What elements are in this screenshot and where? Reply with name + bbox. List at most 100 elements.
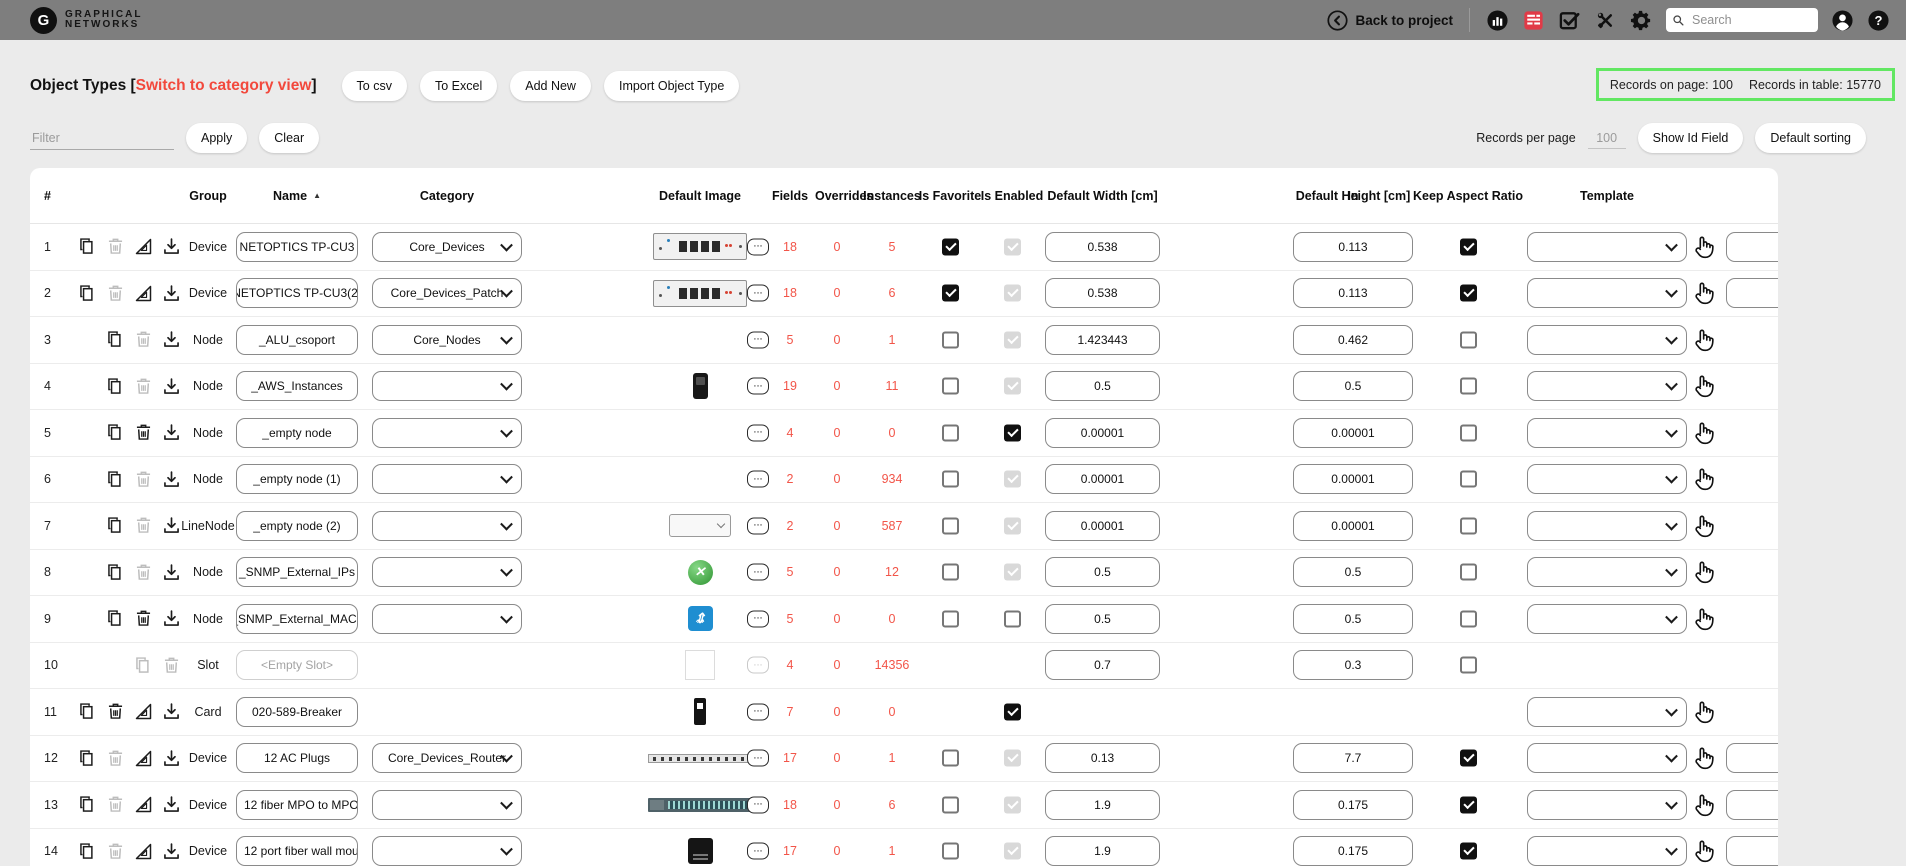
- name-input[interactable]: 12 fiber MPO to MPO-24 fi: [236, 790, 358, 820]
- delete-icon[interactable]: [105, 283, 126, 304]
- far-right-input[interactable]: [1726, 836, 1778, 866]
- category-select[interactable]: [372, 464, 522, 494]
- template-select[interactable]: [1527, 557, 1687, 587]
- is-favorite-checkbox[interactable]: [942, 517, 959, 534]
- name-input[interactable]: _SNMP_External_IPs: [236, 557, 358, 587]
- default-height-input[interactable]: 0.462: [1293, 325, 1413, 355]
- delete-icon[interactable]: [105, 841, 126, 862]
- instances-count-link[interactable]: 934: [860, 472, 924, 486]
- default-width-input[interactable]: 0.7: [1045, 650, 1160, 680]
- instances-count-link[interactable]: 11: [860, 379, 924, 393]
- copy-icon[interactable]: [77, 701, 98, 722]
- image-picker-button[interactable]: ...: [747, 238, 769, 255]
- apply-button[interactable]: Apply: [186, 123, 247, 153]
- name-input[interactable]: 12 AC Plugs: [236, 743, 358, 773]
- default-sorting-button[interactable]: Default sorting: [1755, 123, 1866, 153]
- measure-icon[interactable]: [133, 794, 154, 815]
- delete-icon[interactable]: [133, 515, 154, 536]
- overrides-count-link[interactable]: 0: [815, 751, 859, 765]
- image-picker-button[interactable]: ...: [747, 471, 769, 488]
- is-enabled-checkbox[interactable]: [1004, 471, 1021, 488]
- keep-aspect-ratio-checkbox[interactable]: [1460, 517, 1477, 534]
- image-picker-button[interactable]: ...: [747, 517, 769, 534]
- fields-count-link[interactable]: 18: [770, 798, 810, 812]
- template-select[interactable]: [1527, 604, 1687, 634]
- default-height-input[interactable]: 0.175: [1293, 790, 1413, 820]
- back-to-project-button[interactable]: Back to project: [1326, 9, 1453, 32]
- name-input[interactable]: NETOPTICS TP-CU3: [236, 232, 358, 262]
- image-picker-button[interactable]: ...: [747, 657, 769, 674]
- delete-icon[interactable]: [105, 701, 126, 722]
- default-height-input[interactable]: 0.113: [1293, 278, 1413, 308]
- template-select[interactable]: [1527, 836, 1687, 866]
- keep-aspect-ratio-checkbox[interactable]: [1460, 796, 1477, 813]
- category-select[interactable]: [372, 511, 522, 541]
- fields-count-link[interactable]: 18: [770, 286, 810, 300]
- template-select[interactable]: [1527, 371, 1687, 401]
- keep-aspect-ratio-checkbox[interactable]: [1460, 238, 1477, 255]
- fields-count-link[interactable]: 19: [770, 379, 810, 393]
- name-input[interactable]: _AWS_Instances: [236, 371, 358, 401]
- default-width-input[interactable]: 1.9: [1045, 836, 1160, 866]
- is-favorite-checkbox[interactable]: [942, 796, 959, 813]
- fields-count-link[interactable]: 18: [770, 240, 810, 254]
- is-enabled-checkbox[interactable]: [1004, 796, 1021, 813]
- copy-icon[interactable]: [105, 608, 126, 629]
- is-favorite-checkbox[interactable]: [942, 331, 959, 348]
- overrides-count-link[interactable]: 0: [815, 798, 859, 812]
- fields-count-link[interactable]: 5: [770, 565, 810, 579]
- delete-icon[interactable]: [105, 748, 126, 769]
- image-picker-button[interactable]: ...: [747, 703, 769, 720]
- instances-count-link[interactable]: 0: [860, 426, 924, 440]
- filter-input[interactable]: [30, 127, 174, 150]
- overrides-count-link[interactable]: 0: [815, 426, 859, 440]
- category-select[interactable]: Core_Devices: [372, 232, 522, 262]
- is-favorite-checkbox[interactable]: [942, 471, 959, 488]
- far-right-input[interactable]: [1726, 790, 1778, 820]
- template-select[interactable]: [1527, 511, 1687, 541]
- settings-icon[interactable]: [1630, 9, 1653, 32]
- measure-icon[interactable]: [133, 748, 154, 769]
- overrides-count-link[interactable]: 0: [815, 658, 859, 672]
- overrides-count-link[interactable]: 0: [815, 612, 859, 626]
- copy-icon[interactable]: [77, 794, 98, 815]
- keep-aspect-ratio-checkbox[interactable]: [1460, 424, 1477, 441]
- image-picker-button[interactable]: ...: [747, 378, 769, 395]
- delete-icon[interactable]: [133, 469, 154, 490]
- hand-pointer-icon[interactable]: [1690, 234, 1716, 260]
- fields-count-link[interactable]: 2: [770, 472, 810, 486]
- fields-count-link[interactable]: 17: [770, 844, 810, 858]
- switch-to-category-view-link[interactable]: Switch to category view: [136, 77, 312, 94]
- name-input[interactable]: <Empty Slot>: [236, 650, 358, 680]
- hand-pointer-icon[interactable]: [1690, 373, 1716, 399]
- overrides-count-link[interactable]: 0: [815, 844, 859, 858]
- default-width-input[interactable]: 0.538: [1045, 232, 1160, 262]
- is-enabled-checkbox[interactable]: [1004, 517, 1021, 534]
- template-select[interactable]: [1527, 325, 1687, 355]
- far-right-input[interactable]: [1726, 278, 1778, 308]
- account-icon[interactable]: [1831, 9, 1854, 32]
- analytics-icon[interactable]: [1486, 9, 1509, 32]
- category-select[interactable]: [372, 836, 522, 866]
- is-favorite-checkbox[interactable]: [942, 378, 959, 395]
- fields-count-link[interactable]: 4: [770, 658, 810, 672]
- overrides-count-link[interactable]: 0: [815, 286, 859, 300]
- keep-aspect-ratio-checkbox[interactable]: [1460, 331, 1477, 348]
- records-per-page-input[interactable]: [1588, 128, 1626, 149]
- hand-pointer-icon[interactable]: [1690, 606, 1716, 632]
- default-height-input[interactable]: 0.3: [1293, 650, 1413, 680]
- image-picker-button[interactable]: ...: [747, 564, 769, 581]
- name-input[interactable]: 020-589-Breaker: [236, 697, 358, 727]
- instances-count-link[interactable]: 6: [860, 798, 924, 812]
- name-input[interactable]: NETOPTICS TP-CU3(2): [236, 278, 358, 308]
- is-enabled-checkbox[interactable]: [1004, 703, 1021, 720]
- is-favorite-checkbox[interactable]: [942, 750, 959, 767]
- default-height-input[interactable]: 7.7: [1293, 743, 1413, 773]
- instances-count-link[interactable]: 587: [860, 519, 924, 533]
- fields-count-link[interactable]: 17: [770, 751, 810, 765]
- default-height-input[interactable]: 0.5: [1293, 604, 1413, 634]
- hand-pointer-icon[interactable]: [1690, 559, 1716, 585]
- default-height-input[interactable]: 0.5: [1293, 557, 1413, 587]
- default-width-input[interactable]: 0.00001: [1045, 511, 1160, 541]
- hand-pointer-icon[interactable]: [1690, 745, 1716, 771]
